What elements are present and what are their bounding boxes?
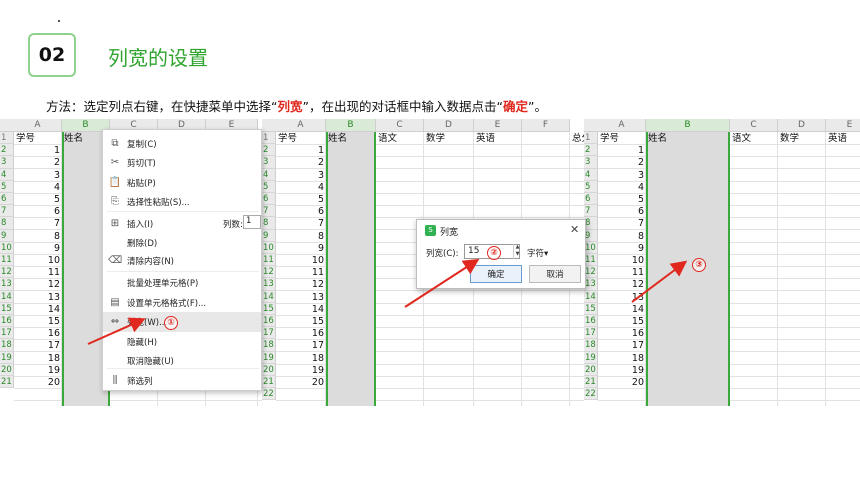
annotation-arrows: [87, 258, 688, 345]
arrow-2: [404, 258, 480, 308]
arrow-1: [87, 317, 146, 345]
marker-1: ①: [164, 316, 178, 330]
marker-3: ③: [692, 258, 706, 272]
marker-2: ②: [487, 246, 501, 260]
arrow-3: [631, 260, 688, 303]
